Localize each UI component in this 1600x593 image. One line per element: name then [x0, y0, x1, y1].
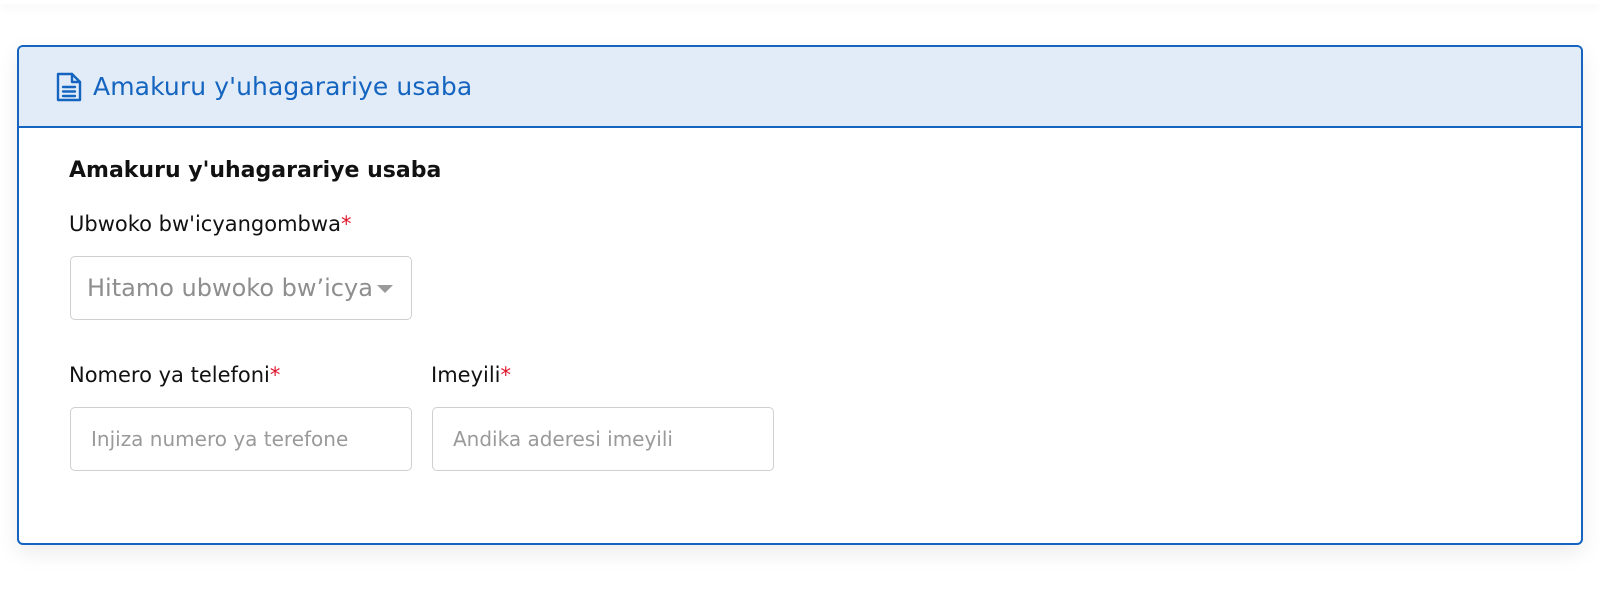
id-type-label-text: Ubwoko bw'icyangombwa	[69, 212, 341, 236]
panel-header[interactable]: Amakuru y'uhagarariye usaba	[19, 47, 1581, 128]
panel-body: Amakuru y'uhagarariye usaba Ubwoko bw'ic…	[19, 128, 1581, 471]
required-asterisk: *	[500, 363, 512, 387]
email-label: Imeyili*	[431, 363, 511, 387]
caret-down-icon	[377, 285, 393, 293]
top-bar-shadow	[0, 0, 1600, 4]
email-label-text: Imeyili	[431, 363, 501, 387]
id-type-label: Ubwoko bw'icyangombwa*	[69, 212, 351, 236]
panel-header-title: Amakuru y'uhagarariye usaba	[93, 72, 473, 101]
phone-input[interactable]	[70, 407, 412, 471]
email-input[interactable]	[432, 407, 774, 471]
id-type-select[interactable]: Hitamo ubwoko bw’icyangombwa	[70, 256, 412, 320]
phone-label-text: Nomero ya telefoni	[69, 363, 270, 387]
representative-info-panel: Amakuru y'uhagarariye usaba Amakuru y'uh…	[17, 45, 1583, 545]
required-asterisk: *	[269, 363, 281, 387]
phone-label: Nomero ya telefoni*	[69, 363, 280, 387]
required-asterisk: *	[340, 212, 352, 236]
section-title: Amakuru y'uhagarariye usaba	[69, 158, 442, 183]
document-icon	[55, 71, 83, 103]
id-type-select-placeholder: Hitamo ubwoko bw’icyangombwa	[87, 274, 371, 302]
